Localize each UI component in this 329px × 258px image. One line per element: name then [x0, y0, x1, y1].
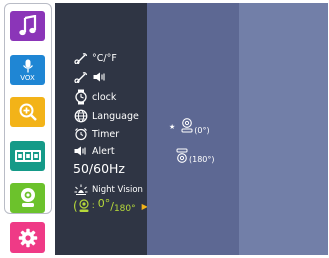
display-book-icon	[14, 150, 41, 162]
selected-star-icon: ★	[169, 122, 176, 131]
menu-item-language[interactable]: Language	[73, 109, 139, 123]
camera-upright-icon	[181, 118, 193, 135]
baby-camera-icon	[20, 188, 35, 207]
thermometer-icon	[73, 70, 89, 84]
monitor-screen: VOX °C/°F clock Language Timer Alert 50/…	[0, 0, 329, 258]
menu-item-rotation[interactable]: ( : 0° / 180° ▶	[73, 196, 148, 215]
globe-icon	[73, 109, 89, 123]
music-button[interactable]	[10, 11, 45, 41]
settings-menu: °C/°F clock Language Timer Alert 50/60Hz…	[55, 3, 148, 255]
vox-label: VOX	[20, 73, 35, 82]
night-vision-label: Night Vision	[92, 185, 143, 195]
menu-item-temperature-alert[interactable]	[73, 70, 111, 84]
clock-label: clock	[92, 91, 117, 103]
option-0-label: (0°)	[194, 126, 210, 135]
menu-item-alert[interactable]: Alert	[73, 144, 115, 158]
menu-item-clock[interactable]: clock	[73, 89, 117, 105]
microphone-icon	[22, 59, 33, 72]
alert-label: Alert	[92, 145, 115, 157]
rotation-separator-label: :	[91, 201, 95, 211]
menu-item-temperature-unit[interactable]: °C/°F	[73, 51, 117, 65]
temperature-unit-label: °C/°F	[92, 52, 117, 64]
speaker-icon	[92, 70, 108, 84]
option-180-label: (180°)	[189, 155, 215, 164]
zoom-in-icon	[19, 103, 37, 121]
option-rotation-0[interactable]: ★ (0°)	[169, 118, 210, 135]
camera-rotate-icon	[78, 199, 90, 213]
language-label: Language	[92, 110, 139, 122]
speaker-icon	[73, 144, 89, 158]
thermometer-icon	[73, 51, 89, 65]
clock-icon	[73, 89, 89, 105]
empty-panel	[239, 3, 328, 255]
menu-item-timer[interactable]: Timer	[73, 127, 119, 141]
night-vision-icon	[73, 183, 89, 197]
music-note-icon	[18, 15, 36, 36]
timer-label: Timer	[92, 128, 120, 140]
alarm-clock-icon	[73, 127, 89, 141]
display-button[interactable]	[10, 141, 45, 171]
rotation-options-panel: ★ (0°) (180°)	[147, 3, 239, 255]
camera-button[interactable]	[10, 183, 45, 213]
camera-inverted-icon	[176, 148, 188, 165]
menu-item-frequency[interactable]: 50/60Hz	[73, 161, 125, 176]
rotation-0-label: 0°	[97, 196, 111, 210]
gear-icon	[18, 228, 37, 247]
option-rotation-180[interactable]: (180°)	[176, 148, 215, 165]
settings-button[interactable]	[10, 222, 45, 253]
zoom-button[interactable]	[10, 97, 45, 127]
menu-item-night-vision[interactable]: Night Vision	[73, 183, 143, 197]
vox-button[interactable]: VOX	[10, 55, 45, 85]
rotation-180-label: 180°	[113, 204, 136, 214]
frequency-label: 50/60Hz	[73, 161, 125, 176]
